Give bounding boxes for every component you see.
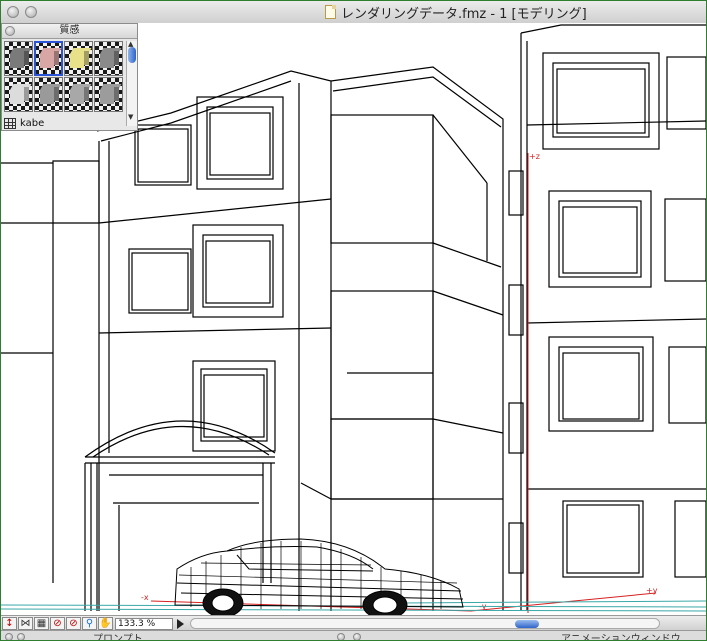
axis-label-z: +z [529, 152, 540, 161]
close-window-button[interactable] [7, 6, 19, 18]
material-grid-icon[interactable] [4, 117, 16, 129]
horizontal-scroll-thumb[interactable] [515, 620, 539, 628]
wireframe-icon[interactable]: ⋈ [18, 617, 33, 630]
material-swatch-checker-white[interactable] [4, 77, 33, 112]
hand-icon[interactable]: ✋ [98, 617, 113, 630]
prompt-close-button[interactable] [5, 633, 13, 640]
animation-minimize-button[interactable] [353, 633, 361, 640]
material-swatch-checker-gray[interactable] [4, 41, 33, 76]
palette-scroll-thumb[interactable] [128, 47, 136, 63]
document-icon [325, 5, 336, 19]
palette-scrollbar[interactable]: ▲ ▼ [126, 40, 137, 126]
palette-title: 質感 [59, 25, 80, 36]
prohibit-icon[interactable]: ⊘ [50, 617, 65, 630]
move-icon[interactable]: ↕ [2, 617, 17, 630]
material-swatch-yellow[interactable] [64, 41, 93, 76]
prompt-minimize-button[interactable] [17, 633, 25, 640]
axis-label-y: +y [646, 586, 658, 595]
scroll-down-arrow-icon[interactable]: ▼ [128, 113, 133, 121]
animation-close-button[interactable] [337, 633, 345, 640]
material-swatch-dark-gray[interactable] [94, 41, 123, 76]
minimize-window-button[interactable] [25, 6, 37, 18]
material-cube-icon [70, 48, 92, 68]
material-cube-icon [100, 48, 122, 68]
material-swatch-metal[interactable] [34, 77, 63, 112]
car-wireframe [174, 538, 464, 615]
material-cube-icon [40, 84, 62, 104]
main-window: レンダリングデータ.fmz - 1 [モデリング] +z -x +y -y 質感… [0, 0, 707, 641]
selected-material-name: kabe [20, 117, 45, 129]
grid-icon[interactable]: ▦ [34, 617, 49, 630]
palette-footer: kabe [4, 116, 124, 130]
play-icon[interactable] [177, 618, 184, 629]
material-cube-icon [10, 48, 32, 68]
animation-panel-title: アニメーションウィンドウ [561, 634, 681, 641]
bottom-panels: プロンプト アニメーションウィンドウ [1, 630, 706, 641]
zoom-icon[interactable]: ⚲ [82, 617, 97, 630]
material-swatch-grid [4, 41, 124, 113]
zoom-level-field[interactable]: 133.3 % [115, 617, 173, 630]
axis-label-neg-x: -x [141, 593, 149, 602]
prompt-panel-title: プロンプト [93, 634, 143, 641]
horizontal-scrollbar[interactable] [190, 618, 660, 629]
material-swatch-gray-2[interactable] [94, 77, 123, 112]
material-palette[interactable]: 質感 ▲ ▼ kabe [1, 23, 138, 131]
material-swatch-gray[interactable] [64, 77, 93, 112]
title-bar[interactable]: レンダリングデータ.fmz - 1 [モデリング] [1, 1, 706, 24]
material-cube-icon [100, 84, 122, 104]
material-cube-icon [10, 84, 32, 104]
material-cube-icon [70, 84, 92, 104]
material-swatch-pink[interactable] [34, 41, 63, 76]
window-title: レンダリングデータ.fmz - 1 [モデリング] [325, 4, 587, 22]
palette-title-bar[interactable]: 質感 [2, 24, 137, 39]
window-title-text: レンダリングデータ.fmz - 1 [モデリング] [341, 6, 587, 22]
prohibit-icon-2[interactable]: ⊘ [66, 617, 81, 630]
material-cube-icon [40, 48, 62, 68]
status-bar: ↕ ⋈ ▦ ⊘ ⊘ ⚲ ✋ 133.3 % [1, 615, 706, 631]
